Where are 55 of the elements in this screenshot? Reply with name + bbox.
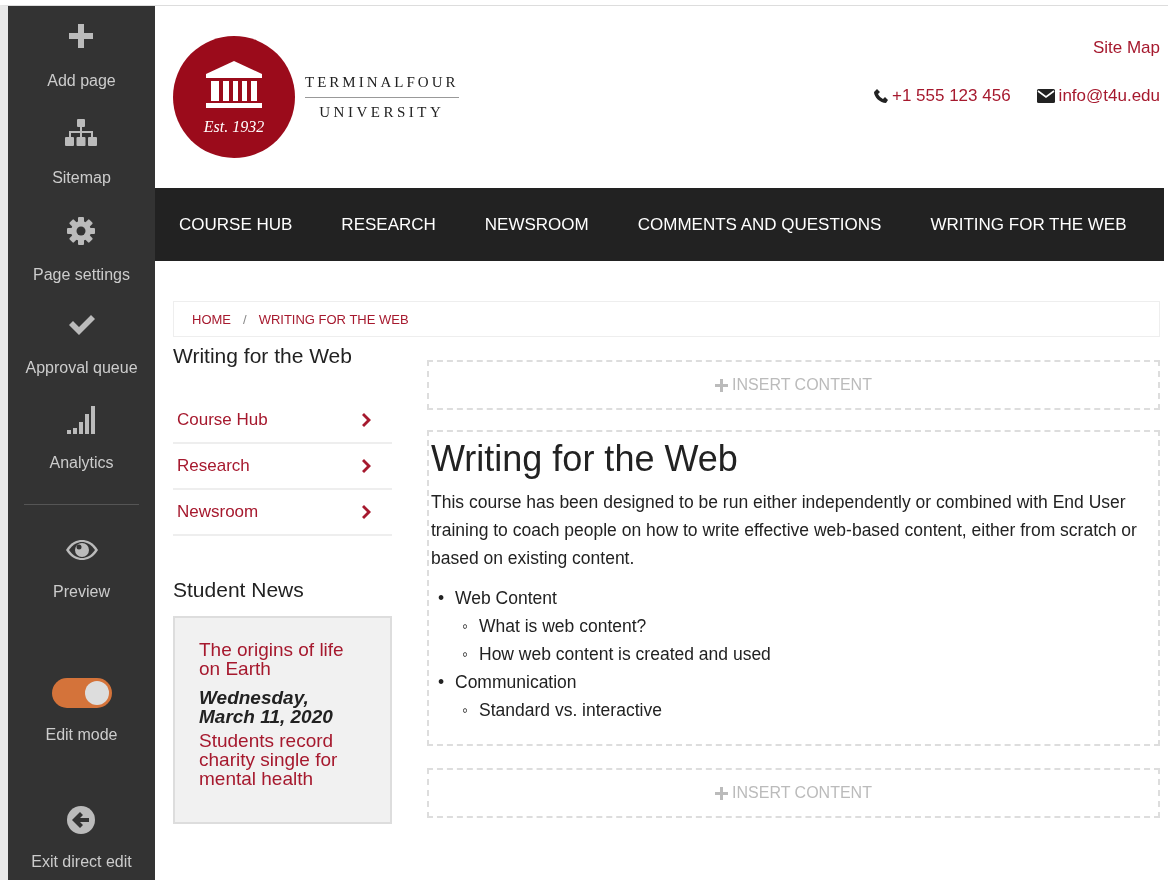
section-menu-item[interactable]: Newsroom bbox=[173, 490, 392, 536]
toolbar-label[interactable]: Approval queue bbox=[25, 359, 138, 377]
section-menu-item[interactable]: Research bbox=[173, 444, 392, 490]
logo-wordmark: TERMINALFOUR bbox=[305, 73, 459, 98]
email-link[interactable]: info@t4u.edu bbox=[1058, 86, 1160, 106]
breadcrumb-link[interactable]: HOME bbox=[192, 311, 231, 327]
list-bullet: ◦ bbox=[460, 615, 470, 638]
list-item: Standard vs. interactive bbox=[479, 699, 662, 722]
list-item: How web content is created and used bbox=[479, 643, 771, 666]
toolbar-label[interactable]: Page settings bbox=[33, 266, 130, 284]
nav-link[interactable]: NEWSROOM bbox=[484, 214, 589, 235]
toggle-label: Edit mode bbox=[45, 726, 118, 744]
signal-bars-icon bbox=[66, 406, 97, 434]
toolbar-label[interactable]: Exit direct edit bbox=[31, 853, 132, 871]
sitemap-icon bbox=[65, 119, 98, 147]
breadcrumb-separator: / bbox=[243, 311, 247, 327]
chevron-icon bbox=[362, 413, 372, 427]
nav-link[interactable]: COMMENTS AND QUESTIONS bbox=[637, 214, 882, 235]
toolbar-label[interactable]: Sitemap bbox=[52, 169, 111, 187]
chevron-icon bbox=[362, 505, 372, 519]
list-item: Communication bbox=[455, 671, 577, 694]
list-bullet: • bbox=[436, 587, 446, 610]
list-bullet: • bbox=[436, 671, 446, 694]
toolbar-label[interactable]: Preview bbox=[53, 583, 110, 601]
article-paragraph: This course has been designed to be run either independently or combined with End User training to coach people on how to write effective web-based content, either from scratch or based on existing content. bbox=[431, 491, 1138, 570]
section-menu-item[interactable]: Course Hub bbox=[173, 398, 392, 444]
edit-mode-toggle[interactable] bbox=[51, 678, 112, 708]
list-bullet: ◦ bbox=[460, 699, 470, 722]
nav-link[interactable]: WRITING FOR THE WEB bbox=[930, 214, 1127, 235]
news-link[interactable]: Students record charity single for mental health bbox=[199, 731, 370, 788]
plus-icon bbox=[67, 22, 96, 50]
plus-icon bbox=[715, 786, 729, 800]
settings-icon bbox=[66, 216, 97, 246]
nav-link[interactable]: RESEARCH bbox=[341, 214, 436, 235]
envelope-icon bbox=[1036, 89, 1055, 103]
nav-link[interactable]: COURSE HUB bbox=[179, 214, 293, 235]
toolbar-label[interactable]: Analytics bbox=[49, 454, 114, 472]
news-date: Wednesday, March 11, 2020 bbox=[199, 688, 334, 726]
section-heading: Writing for the Web bbox=[173, 344, 353, 368]
breadcrumb-link[interactable]: WRITING FOR THE WEB bbox=[258, 311, 409, 327]
logo-wordmark: UNIVERSITY bbox=[319, 102, 445, 121]
list-item: What is web content? bbox=[479, 615, 647, 638]
plus-icon bbox=[715, 378, 729, 392]
list-bullet: ◦ bbox=[460, 643, 470, 666]
site-map-link[interactable]: Site Map bbox=[1092, 38, 1160, 58]
list-item: Web Content bbox=[455, 587, 557, 610]
phone-link[interactable]: +1 555 123 456 bbox=[891, 86, 1011, 106]
chevron-icon bbox=[362, 459, 372, 473]
section-heading: Student News bbox=[173, 578, 305, 602]
toolbar-label[interactable]: Add page bbox=[47, 72, 116, 90]
news-link[interactable]: The origins of life on Earth bbox=[199, 640, 370, 678]
logo-tagline: Est. 1932 bbox=[202, 118, 266, 136]
article-title: Writing for the Web bbox=[431, 438, 739, 480]
phone-icon bbox=[873, 89, 888, 103]
eye-icon bbox=[64, 539, 99, 561]
